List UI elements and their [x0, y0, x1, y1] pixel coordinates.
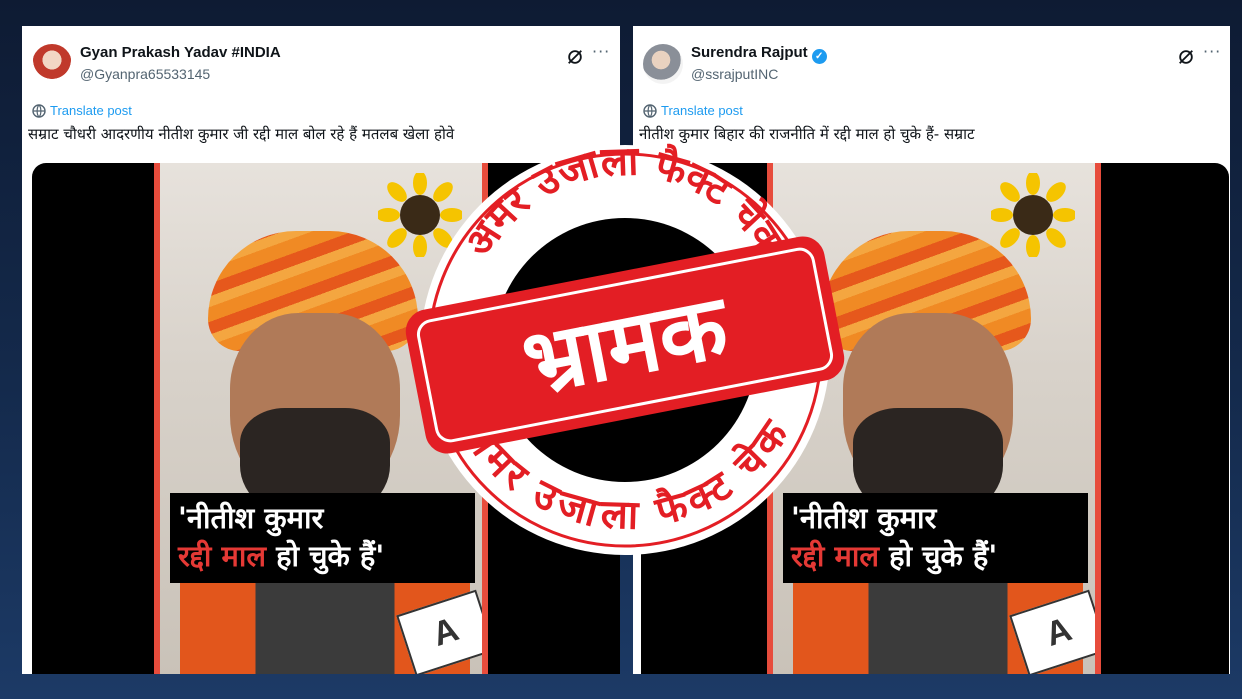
author-name[interactable]: Surendra Rajput [691, 44, 808, 61]
sunflower-icon [991, 173, 1075, 257]
video-caption: 'नीतीश कुमार रद्दी माल हो चुके हैं' [783, 493, 1088, 583]
video-caption: 'नीतीश कुमार रद्दी माल हो चुके हैं' [170, 493, 475, 583]
avatar[interactable] [32, 44, 72, 84]
more-options-icon[interactable]: ··· [592, 42, 610, 61]
verified-badge-icon: ✓ [811, 49, 827, 64]
caption-line-2: रद्दी माल हो चुके हैं' [791, 537, 1080, 575]
tweet-card-right: Surendra Rajput ✓ @ssrajputINC ··· Transl… [633, 26, 1230, 674]
tweet-card-left: Gyan Prakash Yadav #INDIA @Gyanpra655331… [22, 26, 620, 674]
post-video[interactable]: 'नीतीश कुमार रद्दी माल हो चुके हैं' A [32, 163, 620, 674]
sunflower-icon [378, 173, 462, 257]
caption-rest: हो चुके हैं' [879, 539, 998, 573]
grok-icon[interactable] [566, 48, 584, 66]
video-frame: 'नीतीश कुमार रद्दी माल हो चुके हैं' A [154, 163, 488, 674]
author-name-row[interactable]: Surendra Rajput ✓ [691, 44, 827, 64]
author-name[interactable]: Gyan Prakash Yadav #INDIA [80, 44, 281, 61]
caption-rest: हो चुके हैं' [266, 539, 385, 573]
caption-line-2: रद्दी माल हो चुके हैं' [178, 537, 467, 575]
caption-highlight: रद्दी माल [791, 539, 880, 573]
author-handle[interactable]: @Gyanpra65533145 [80, 66, 210, 82]
post-text: सम्राट चौधरी आदरणीय नीतीश कुमार जी रद्दी… [28, 125, 455, 143]
grok-icon[interactable] [1177, 48, 1195, 66]
video-frame: 'नीतीश कुमार रद्दी माल हो चुके हैं' A [767, 163, 1101, 674]
caption-line-1: 'नीतीश कुमार [178, 501, 324, 535]
more-options-icon[interactable]: ··· [1203, 42, 1221, 61]
globe-icon [32, 104, 46, 118]
translate-label: Translate post [50, 103, 132, 118]
globe-icon [643, 104, 657, 118]
post-text: नीतीश कुमार बिहार की राजनीति में रद्दी म… [639, 125, 975, 143]
caption-highlight: रद्दी माल [178, 539, 267, 573]
translate-label: Translate post [661, 103, 743, 118]
post-video[interactable]: 'नीतीश कुमार रद्दी माल हो चुके हैं' A [641, 163, 1229, 674]
translate-post-link[interactable]: Translate post [32, 103, 132, 118]
author-handle[interactable]: @ssrajputINC [691, 66, 778, 82]
avatar[interactable] [643, 44, 683, 84]
caption-line-1: 'नीतीश कुमार [791, 501, 937, 535]
translate-post-link[interactable]: Translate post [643, 103, 743, 118]
